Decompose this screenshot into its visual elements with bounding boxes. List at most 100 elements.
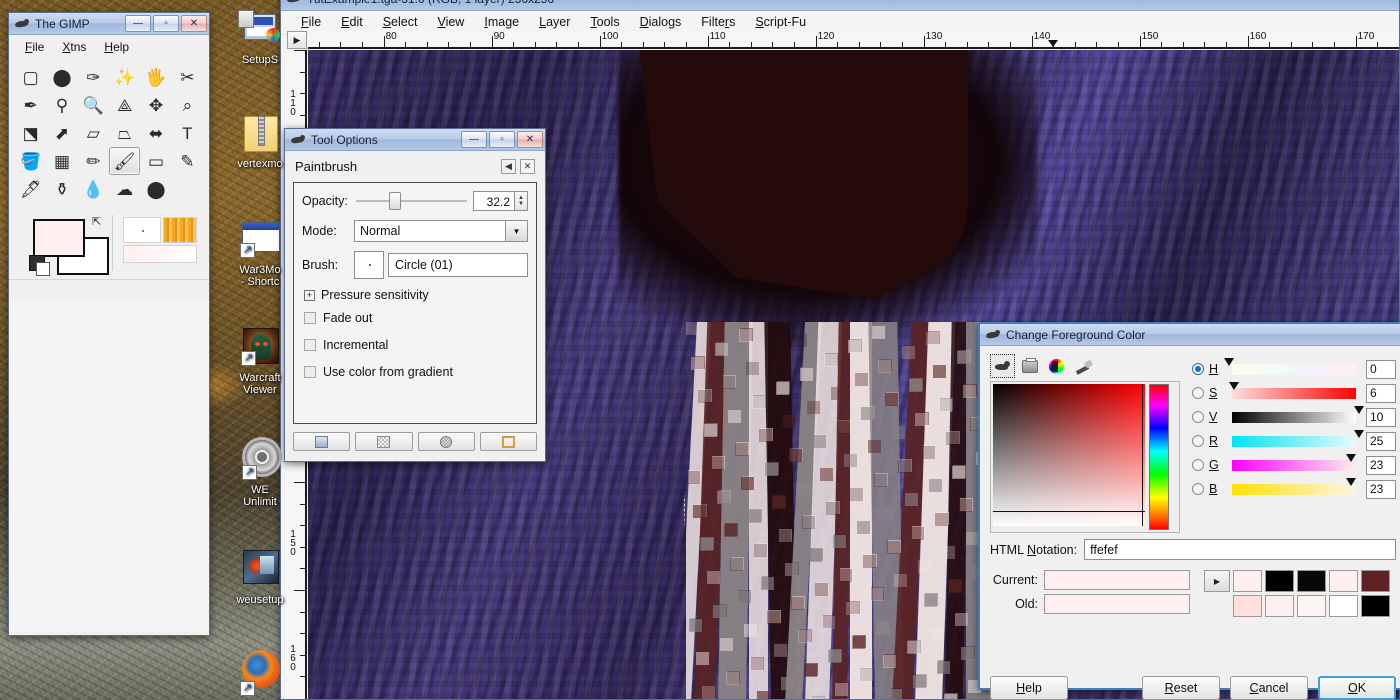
- perspective-tool[interactable]: ⏢: [109, 119, 140, 147]
- horizontal-ruler[interactable]: 80 90 100 110 120 130 140 150 160 170: [308, 31, 1399, 49]
- image-window-titlebar[interactable]: TutExample1.tga-31.0 (RGB, 1 layer) 256x…: [281, 0, 1399, 11]
- opacity-slider[interactable]: [356, 192, 467, 210]
- channel-radio-h[interactable]: [1192, 363, 1204, 375]
- toolbox-menu-xtns[interactable]: Xtns: [54, 39, 94, 55]
- palette-swatch[interactable]: [1361, 595, 1390, 617]
- opacity-slider-knob[interactable]: [388, 192, 401, 210]
- desktop-icon-setup[interactable]: SetupS: [214, 8, 306, 66]
- ink-tool[interactable]: 🖋: [15, 175, 46, 203]
- menu-filters[interactable]: Filters: [691, 14, 745, 30]
- flip-tool[interactable]: ⬌: [140, 119, 171, 147]
- delete-options-button[interactable]: [417, 432, 475, 451]
- channel-knob[interactable]: [1346, 454, 1357, 462]
- palette-swatch[interactable]: [1233, 570, 1262, 592]
- save-options-button[interactable]: [293, 432, 351, 451]
- current-color-swatch[interactable]: [1044, 570, 1190, 590]
- fade-out-row[interactable]: Fade out: [304, 311, 528, 325]
- minimize-button[interactable]: —: [125, 15, 151, 32]
- swap-colors-icon[interactable]: ⇱: [92, 215, 106, 229]
- scissors-select-tool[interactable]: ✂: [172, 63, 203, 91]
- color-area[interactable]: ⇱: [17, 215, 112, 276]
- channel-radio-b[interactable]: [1192, 483, 1204, 495]
- cancel-button[interactable]: Cancel: [1230, 676, 1308, 700]
- use-color-from-gradient-checkbox[interactable]: [304, 366, 316, 378]
- eraser-tool[interactable]: ▭: [140, 147, 171, 175]
- active-brush-indicator[interactable]: [123, 217, 161, 243]
- scale-tool[interactable]: ⬈: [46, 119, 77, 147]
- active-pattern-indicator[interactable]: [163, 217, 197, 243]
- smudge-tool[interactable]: ☁: [109, 175, 140, 203]
- airbrush-tool[interactable]: ✎: [172, 147, 203, 175]
- incremental-checkbox[interactable]: [304, 339, 316, 351]
- channel-value-h[interactable]: 0: [1366, 359, 1396, 379]
- fuzzy-select-tool[interactable]: ✨: [109, 63, 140, 91]
- close-button[interactable]: ✕: [517, 131, 543, 148]
- color-picker-tool[interactable]: ⚲: [46, 91, 77, 119]
- gimp-tab[interactable]: [990, 354, 1015, 378]
- tool-options-titlebar[interactable]: Tool Options — ▫ ✕: [285, 129, 545, 151]
- channel-radio-g[interactable]: [1192, 459, 1204, 471]
- palette-swatch[interactable]: [1265, 570, 1294, 592]
- menu-image[interactable]: Image: [474, 14, 529, 30]
- channel-slider-r[interactable]: [1226, 430, 1365, 448]
- palette-swatch[interactable]: [1329, 595, 1358, 617]
- hue-strip[interactable]: [1149, 384, 1169, 530]
- fade-out-checkbox[interactable]: [304, 312, 316, 324]
- menu-select[interactable]: Select: [373, 14, 428, 30]
- opacity-value-field[interactable]: 32.2: [473, 191, 515, 211]
- channel-slider-b[interactable]: [1226, 478, 1362, 496]
- palette-swatch[interactable]: [1297, 570, 1326, 592]
- bucket-fill-tool[interactable]: 🪣: [15, 147, 46, 175]
- zoom-tool[interactable]: 🔍: [78, 91, 109, 119]
- toolbox-menu-help[interactable]: Help: [96, 39, 137, 55]
- active-gradient-indicator[interactable]: [123, 245, 197, 263]
- channel-knob[interactable]: [1354, 406, 1365, 414]
- channel-slider-g[interactable]: [1226, 454, 1362, 472]
- channel-slider-v[interactable]: [1226, 406, 1365, 424]
- use-color-from-gradient-row[interactable]: Use color from gradient: [304, 365, 528, 379]
- palette-expand-button[interactable]: ▶: [1204, 570, 1230, 592]
- channel-value-g[interactable]: 23: [1366, 455, 1396, 475]
- pencil-tool[interactable]: ✏: [78, 147, 109, 175]
- channel-value-r[interactable]: 25: [1366, 431, 1396, 451]
- minimize-button[interactable]: —: [461, 131, 487, 148]
- channel-slider-s[interactable]: [1226, 382, 1362, 400]
- palette-swatch[interactable]: [1361, 570, 1390, 592]
- channel-knob[interactable]: [1346, 478, 1357, 486]
- mode-dropdown[interactable]: Normal ▼: [354, 220, 528, 242]
- maximize-button[interactable]: ▫: [489, 131, 515, 148]
- chevron-down-icon[interactable]: ▼: [505, 221, 527, 241]
- reset-colors-icon[interactable]: [29, 255, 50, 276]
- brush-preview[interactable]: [354, 251, 384, 279]
- menu-tools[interactable]: Tools: [580, 14, 629, 30]
- ellipse-select-tool[interactable]: ⬤: [46, 63, 77, 91]
- toolbox-titlebar[interactable]: The GIMP — ▫ ✕: [9, 13, 209, 35]
- toolbox-menu-file[interactable]: File: [17, 39, 52, 55]
- dodge-burn-tool[interactable]: ⬤: [140, 175, 171, 203]
- reset-options-button[interactable]: [479, 432, 537, 451]
- close-button[interactable]: ✕: [181, 15, 207, 32]
- palette-swatch[interactable]: [1297, 595, 1326, 617]
- measure-tool[interactable]: ⟁: [109, 91, 140, 119]
- incremental-row[interactable]: Incremental: [304, 338, 528, 352]
- foreground-color-swatch[interactable]: [33, 219, 85, 257]
- reset-button[interactable]: Reset: [1142, 676, 1220, 700]
- channel-slider-h[interactable]: [1223, 358, 1362, 376]
- menu-view[interactable]: View: [427, 14, 474, 30]
- brush-name-field[interactable]: Circle (01): [388, 253, 528, 277]
- clone-tool[interactable]: ⚱: [46, 175, 77, 203]
- tab-menu-icon[interactable]: ◀: [501, 159, 516, 174]
- move-tool[interactable]: ✥: [140, 91, 171, 119]
- crop-tool[interactable]: ⌕: [172, 91, 203, 119]
- color-wheel-tab[interactable]: [1044, 354, 1069, 378]
- help-button[interactable]: Help: [990, 676, 1068, 700]
- channel-value-b[interactable]: 23: [1366, 479, 1396, 499]
- free-select-tool[interactable]: ✑: [78, 63, 109, 91]
- shear-tool[interactable]: ▱: [78, 119, 109, 147]
- palette-swatch[interactable]: [1329, 570, 1358, 592]
- rotate-tool[interactable]: ⬔: [15, 119, 46, 147]
- ok-button[interactable]: OK: [1318, 676, 1396, 700]
- rect-select-tool[interactable]: ▢: [15, 63, 46, 91]
- sv-color-field[interactable]: [993, 384, 1145, 526]
- restore-options-button[interactable]: [355, 432, 413, 451]
